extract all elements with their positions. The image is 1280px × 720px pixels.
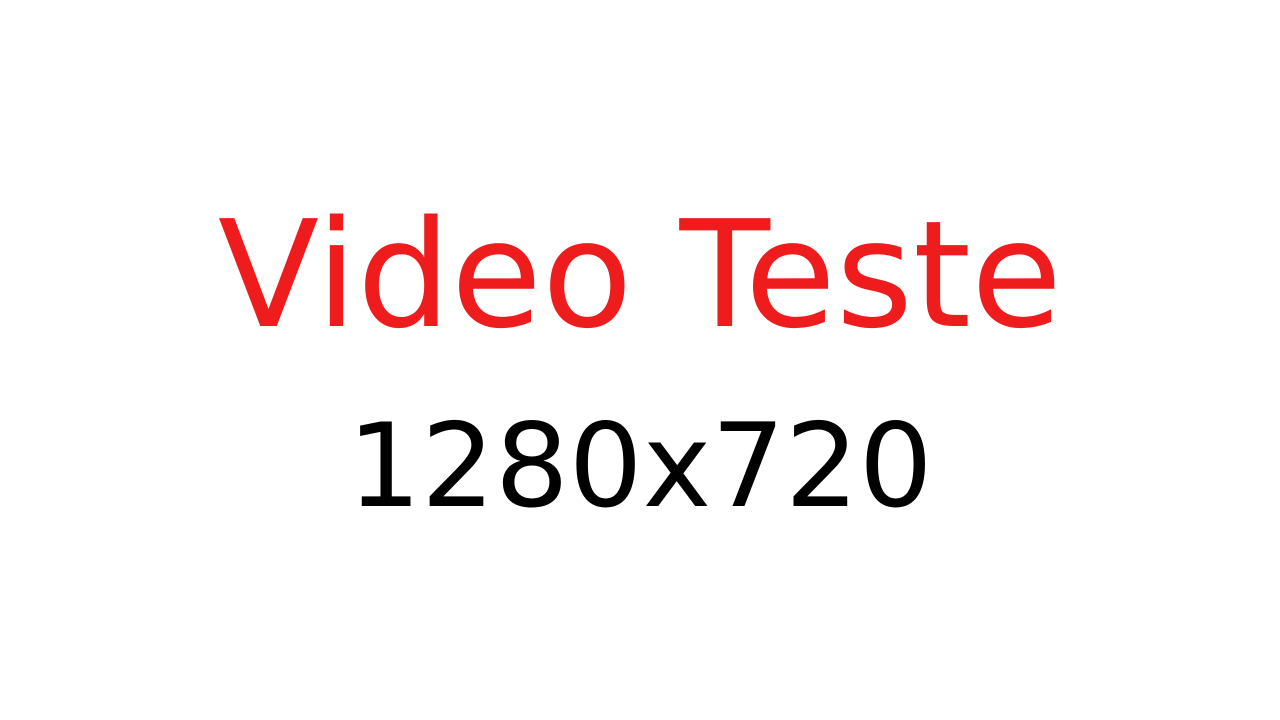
test-card-title: Video Teste bbox=[217, 189, 1063, 361]
resolution-label: 1280x720 bbox=[347, 399, 933, 534]
test-card-frame: Video Teste 1280x720 bbox=[0, 0, 1280, 720]
